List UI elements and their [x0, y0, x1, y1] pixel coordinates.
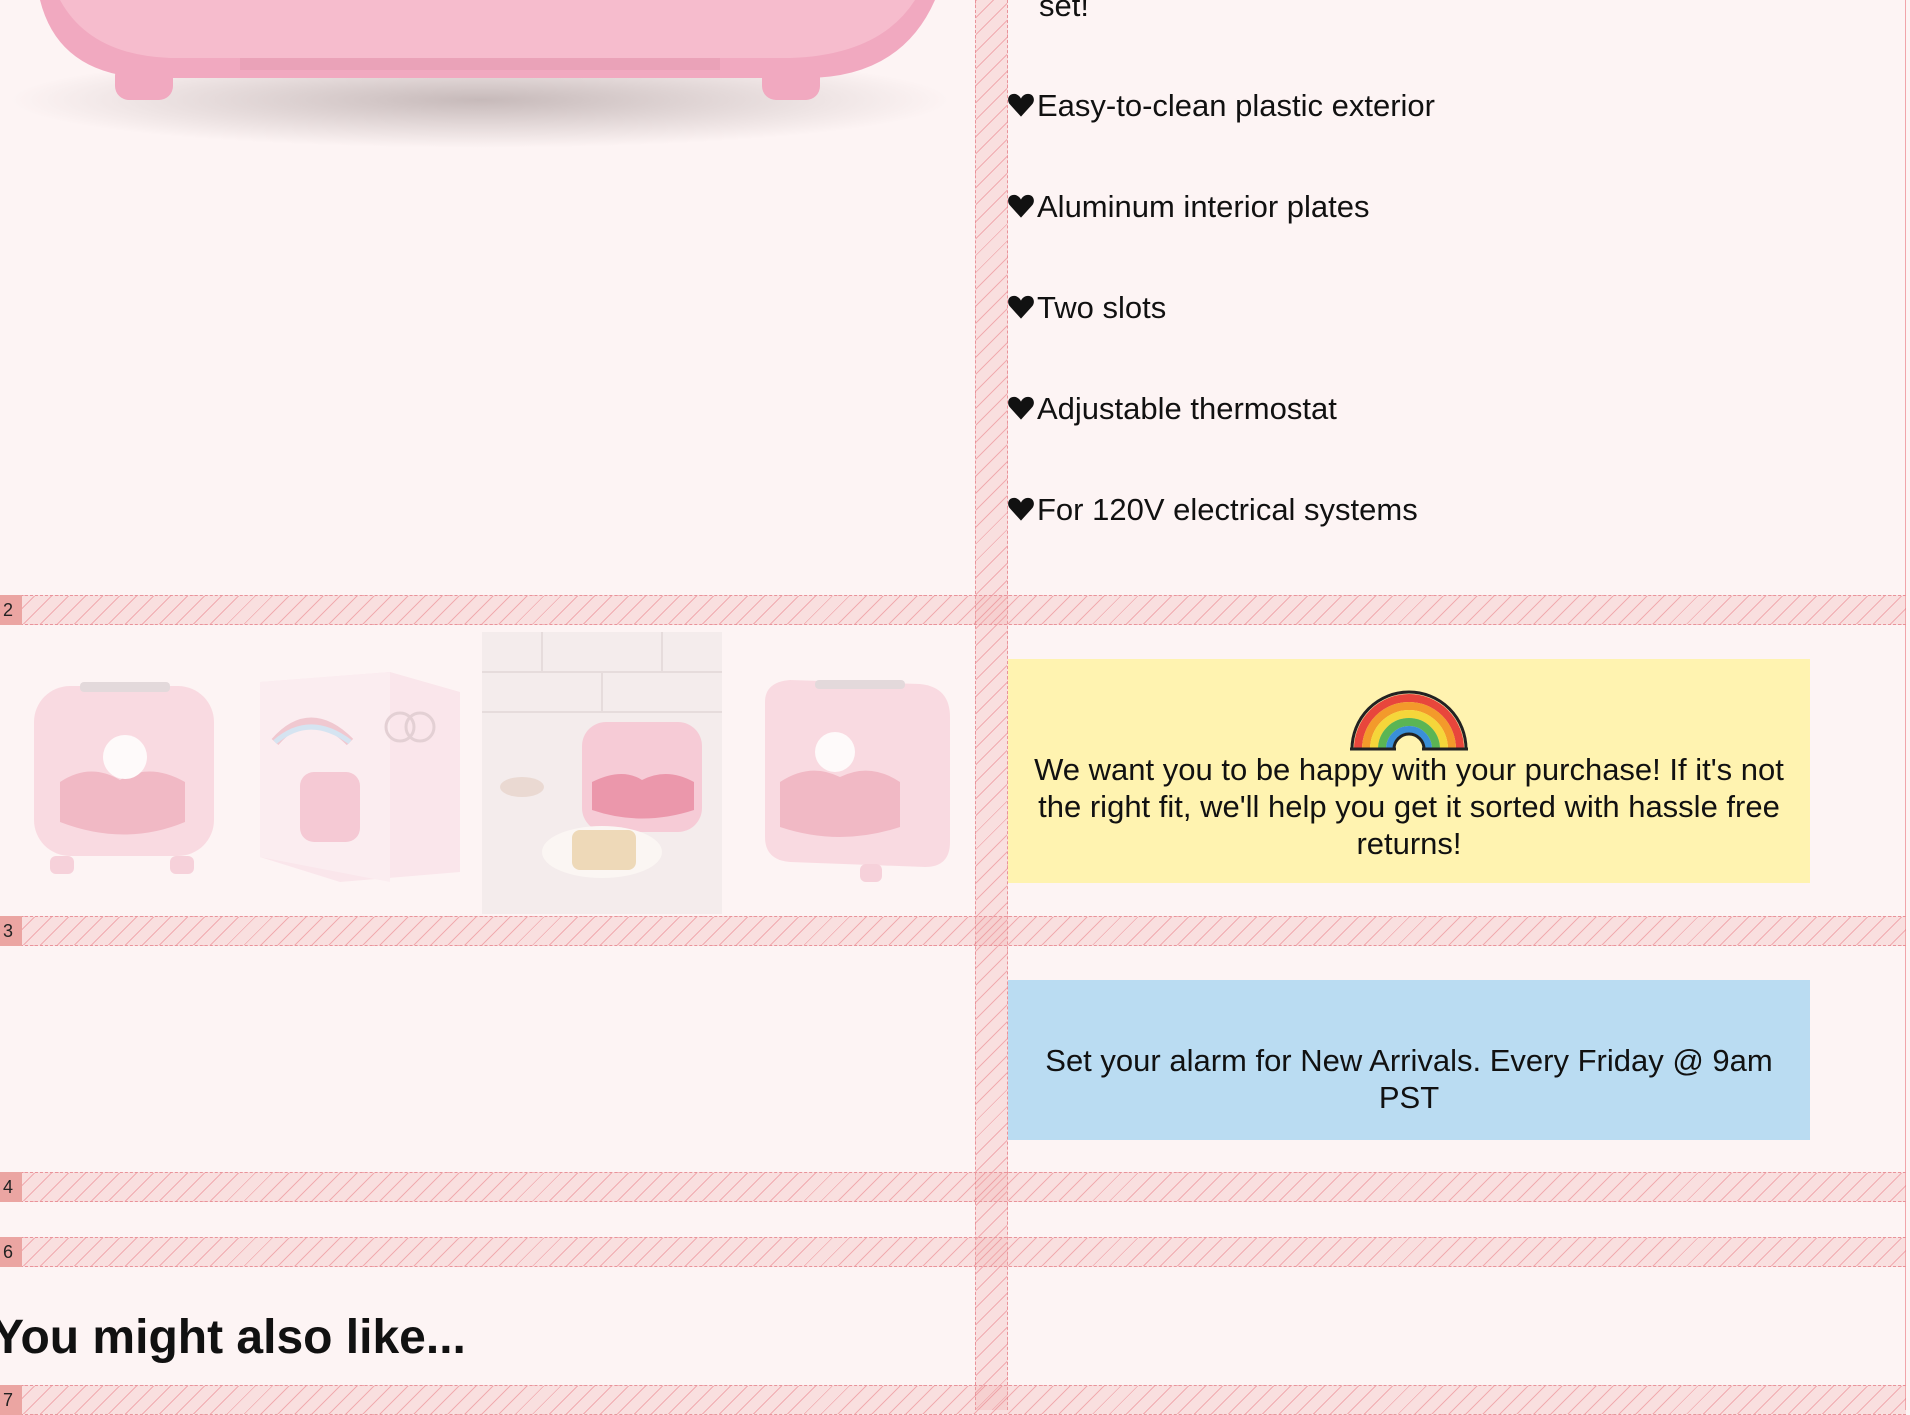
feature-item: Two slots: [1007, 290, 1166, 326]
feature-item: Easy-to-clean plastic exterior: [1007, 88, 1435, 124]
row-gap-4: [0, 1172, 1906, 1202]
returns-text: We want you to be happy with your purcha…: [1034, 752, 1784, 861]
row-gap-6: [0, 1237, 1906, 1267]
row-label: 6: [0, 1237, 22, 1267]
related-products-heading: You might also like...: [0, 1311, 466, 1364]
heart-icon: [1008, 295, 1034, 319]
thumbnail-toaster-angle[interactable]: [750, 632, 965, 914]
feature-text: Two slots: [1037, 290, 1167, 325]
feature-text: Aluminum interior plates: [1037, 189, 1370, 224]
heart-icon: [1008, 497, 1034, 521]
thumbnail-gallery: [0, 632, 975, 914]
alarm-text: Set your alarm for New Arrivals. Every F…: [1045, 1043, 1773, 1115]
feature-item: Adjustable thermostat: [1007, 391, 1337, 427]
feature-text: Easy-to-clean plastic exterior: [1037, 88, 1435, 123]
thumbnail-kitchen-scene[interactable]: [482, 632, 722, 914]
product-image: [10, 0, 950, 148]
row-label: 7: [0, 1385, 22, 1415]
feature-fragment: set!: [1039, 0, 1089, 23]
thumbnail-box[interactable]: [250, 632, 470, 914]
returns-card: We want you to be happy with your purcha…: [1008, 659, 1810, 883]
row-gap-7: [0, 1385, 1906, 1415]
row-gap-2: [0, 595, 1906, 625]
heart-icon: [1008, 93, 1034, 117]
thumbnail-toaster-front[interactable]: [20, 632, 230, 914]
heart-icon: [1008, 396, 1034, 420]
rainbow-icon: [1350, 690, 1468, 751]
row-label: 2: [0, 595, 22, 625]
row-gap-3: [0, 916, 1906, 946]
feature-item: Aluminum interior plates: [1007, 189, 1370, 225]
alarm-card: Set your alarm for New Arrivals. Every F…: [1008, 980, 1810, 1140]
feature-item: For 120V electrical systems: [1007, 492, 1418, 528]
heart-icon: [1008, 194, 1034, 218]
row-label: 4: [0, 1172, 22, 1202]
feature-text: Adjustable thermostat: [1037, 391, 1337, 426]
row-label: 3: [0, 916, 22, 946]
feature-text: For 120V electrical systems: [1037, 492, 1418, 527]
